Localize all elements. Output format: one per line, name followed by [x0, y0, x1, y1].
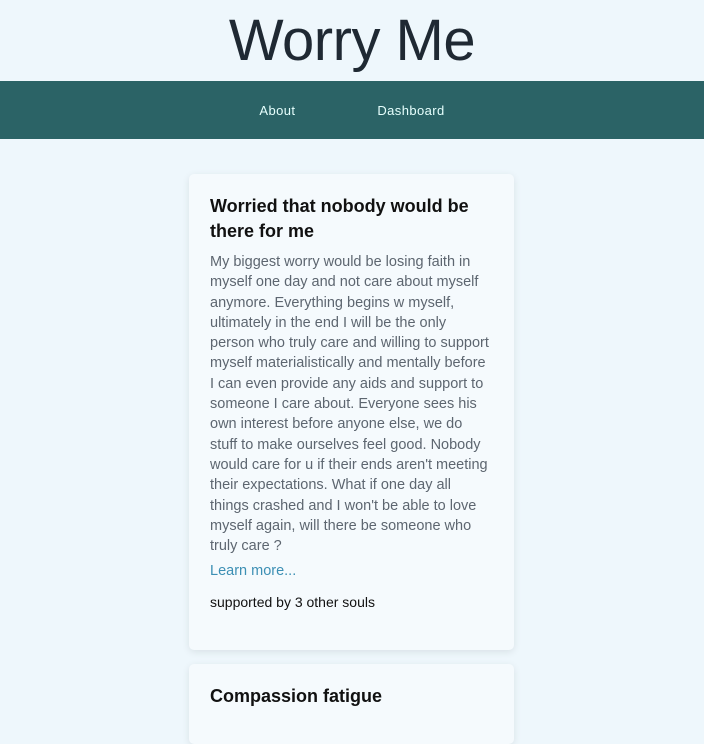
nav-link-about[interactable]: About	[259, 103, 295, 118]
worry-card: Worried that nobody would be there for m…	[189, 174, 514, 650]
worry-card: Compassion fatigue	[189, 664, 514, 744]
worry-title: Worried that nobody would be there for m…	[210, 196, 469, 241]
site-title: Worry Me	[228, 8, 476, 73]
nav-link-dashboard[interactable]: Dashboard	[377, 103, 444, 118]
learn-more-link[interactable]: Learn more...	[210, 563, 493, 579]
worry-body: My biggest worry would be losing faith i…	[210, 254, 489, 555]
support-count: supported by 3 other souls	[210, 594, 375, 611]
navbar: About Dashboard	[0, 81, 704, 139]
worry-title: Compassion fatigue	[210, 686, 383, 706]
